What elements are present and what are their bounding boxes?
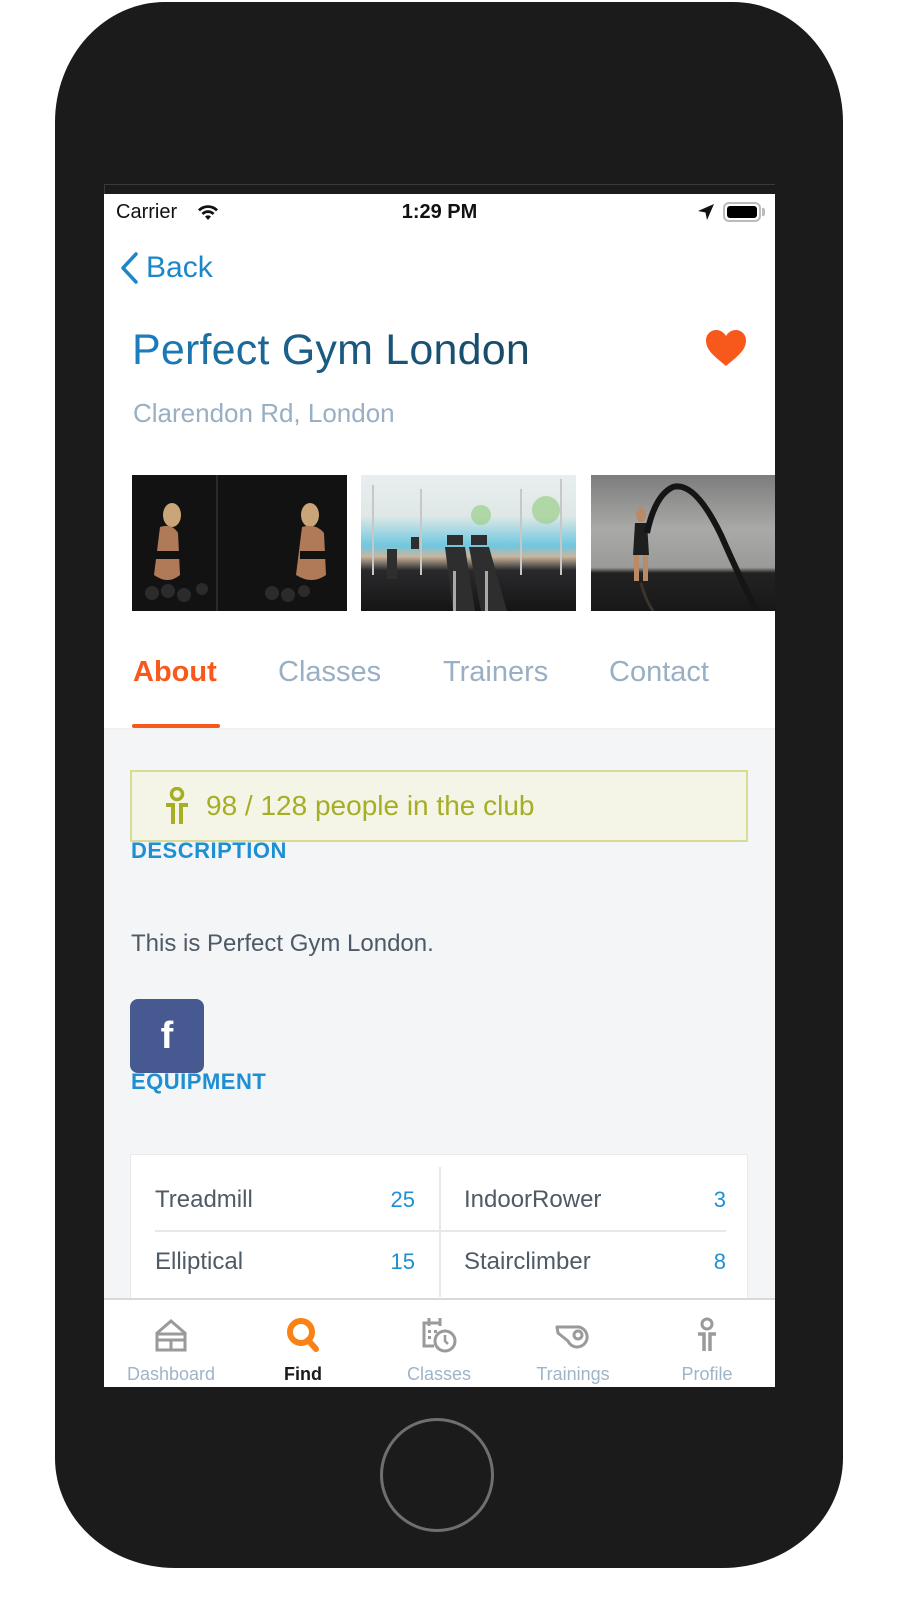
- equipment-name: Stairclimber: [464, 1248, 591, 1275]
- photo-gallery[interactable]: [132, 475, 775, 611]
- gallery-photo[interactable]: [361, 475, 576, 611]
- facebook-icon: f: [160, 1014, 174, 1057]
- tabbar-label: Classes: [406, 1364, 472, 1384]
- equipment-name: Treadmill: [155, 1186, 253, 1213]
- equipment-count: 15: [390, 1249, 415, 1274]
- equipment-count: 3: [713, 1187, 726, 1212]
- search-icon: [287, 1318, 319, 1352]
- status-bar: Carrier 1:29 PM: [104, 194, 775, 232]
- equipment-item: IndoorRower 3: [464, 1180, 726, 1220]
- equipment-item: Stairclimber 8: [464, 1242, 726, 1282]
- battery-tip: [762, 208, 765, 216]
- chevron-left-icon: [121, 252, 138, 284]
- person-icon: [166, 787, 188, 824]
- heart-icon[interactable]: [704, 328, 748, 368]
- photo-dumbbells-illustration: [132, 475, 347, 611]
- description-text: This is Perfect Gym London.: [131, 930, 434, 957]
- equipment-count: 8: [713, 1249, 726, 1274]
- tab-trainers[interactable]: Trainers: [443, 656, 548, 689]
- occupancy-banner: 98 / 128 people in the club: [130, 770, 748, 842]
- clock: 1:29 PM: [401, 201, 478, 223]
- tabbar-label: Trainings: [536, 1364, 610, 1384]
- equipment-heading: EQUIPMENT: [131, 1069, 267, 1094]
- whistle-icon: [555, 1325, 589, 1349]
- photo-treadmills-illustration: [372, 479, 562, 611]
- tabbar-item-trainings[interactable]: Trainings: [506, 1300, 640, 1387]
- club-address: Clarendon Rd, London: [133, 398, 395, 428]
- phone-top-bezel-strip: [104, 184, 775, 194]
- occupancy-text: 98 / 128 people in the club: [206, 790, 535, 821]
- tabbar-item-find[interactable]: Find: [236, 1300, 370, 1387]
- tab-contact[interactable]: Contact: [609, 656, 709, 689]
- home-icon: [155, 1319, 187, 1352]
- back-button[interactable]: Back: [118, 250, 213, 286]
- equipment-item: Treadmill 25: [155, 1180, 415, 1220]
- tabbar-label: Dashboard: [126, 1364, 216, 1384]
- tabbar-item-dashboard[interactable]: Dashboard: [104, 1300, 238, 1387]
- location-arrow-icon: [698, 204, 714, 220]
- app-screen: Carrier 1:29 PM Back Perfect Gym London …: [104, 194, 775, 1387]
- calendar-clock-icon: [422, 1318, 457, 1353]
- tab-about[interactable]: About: [133, 656, 217, 689]
- tabbar-item-profile[interactable]: Profile: [640, 1300, 774, 1387]
- tabbar-label: Profile: [681, 1364, 733, 1384]
- equipment-item: Elliptical 15: [155, 1242, 415, 1282]
- home-button[interactable]: [380, 1418, 494, 1532]
- gallery-photo[interactable]: [132, 475, 347, 611]
- about-content: 98 / 128 people in the club DESCRIPTION …: [104, 730, 775, 1314]
- tab-classes[interactable]: Classes: [278, 656, 381, 689]
- facebook-button[interactable]: f: [130, 999, 204, 1073]
- photo-battle-rope-illustration: [633, 483, 760, 611]
- tabbar-item-classes[interactable]: Classes: [372, 1300, 506, 1387]
- gallery-photo[interactable]: [591, 475, 775, 611]
- equipment-name: Elliptical: [155, 1248, 244, 1275]
- back-label: Back: [146, 251, 213, 284]
- description-heading: DESCRIPTION: [131, 838, 287, 863]
- row-divider: [155, 1230, 726, 1232]
- column-divider: [439, 1167, 441, 1297]
- tab-bar-segments: About Classes Trainers Contact: [104, 634, 775, 730]
- active-tab-indicator: [132, 724, 220, 728]
- battery-icon: [723, 202, 761, 222]
- equipment-count: 25: [390, 1187, 415, 1212]
- equipment-table: Treadmill 25 IndoorRower 3 Elliptical 15…: [130, 1154, 748, 1314]
- equipment-name: IndoorRower: [464, 1186, 602, 1213]
- bottom-tab-bar: Dashboard Find Classes Trainings Profile: [104, 1298, 775, 1387]
- club-title: Perfect Gym London: [132, 326, 530, 374]
- tabbar-label: Find: [284, 1364, 322, 1384]
- person-icon: [698, 1317, 716, 1351]
